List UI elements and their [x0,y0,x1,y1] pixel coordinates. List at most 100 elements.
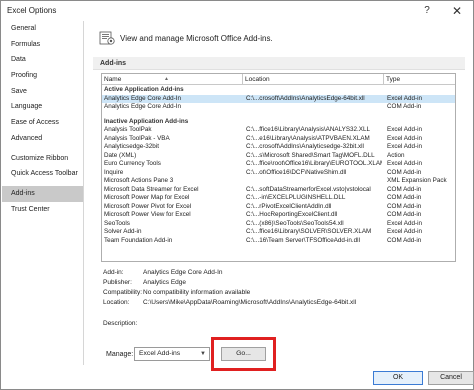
manage-dropdown-value: Excel Add-ins [139,350,181,357]
row-location: C:\...softDataStreamerforExcel.vsto|vsto… [246,185,371,193]
manage-label: Manage: [106,351,134,358]
row-location: C:\...e16\Library\Analysis\ATPVBAEN.XLAM [246,134,370,142]
table-row[interactable]: Team Foundation Add-in C:\...16\Team Ser… [102,237,455,246]
column-header-type[interactable]: Type [384,74,455,85]
manage-dropdown[interactable]: Excel Add-ins ▼ [134,347,210,361]
row-name: Solver Add-in [104,228,142,235]
column-header-name[interactable]: Name ▲ [102,74,243,85]
sidebar-item-advanced[interactable]: Advanced [2,131,83,147]
row-location: C:\...rPivotExcelClientAddIn.dll [246,202,332,210]
sidebar-item-general[interactable]: General [2,21,83,37]
row-location: C:\...(x86)\SeoTools\SeoTools54.xll [246,219,344,227]
detail-label: Compatibility: [103,289,143,296]
row-type: Excel Add-in [387,228,423,235]
row-location: C:\...crosoft\AddIns\AnalyticsEdge-64bit… [246,94,365,102]
detail-publisher: Publisher: Analytics Edge [101,278,461,288]
column-header-name-label: Name [104,76,122,83]
detail-label: Publisher: [103,279,132,286]
row-type: Action [387,151,405,159]
detail-value: C:\Users\Mike\AppData\Roaming\Microsoft\… [143,299,357,306]
row-type: Excel Add-in [387,160,423,167]
sidebar-item-formulas[interactable]: Formulas [2,37,83,53]
table-row[interactable]: Inquire C:\...ot\Office16\DCF\NativeShim… [102,169,455,178]
detail-compatibility: Compatibility: No compatibility informat… [101,288,461,298]
group-header-inactive: Inactive Application Add-ins [102,118,455,127]
addins-rows: Active Application Add-ins Analytics Edg… [102,86,455,245]
row-name: SeoTools [104,219,130,227]
row-type: COM Add-in [387,168,422,176]
row-name: Microsoft Power Map for Excel [104,194,190,201]
addins-page-icon [99,30,115,46]
row-name: Team Foundation Add-in [104,236,173,244]
detail-description-label: Description: [103,320,138,327]
row-location: C:\...HocReportingExcelClient.dll [246,211,338,218]
panel-header-text: View and manage Microsoft Office Add-ins… [120,33,273,43]
table-row[interactable]: Microsoft Power Pivot for Excel C:\...rP… [102,203,455,212]
row-type: Excel Add-in [387,219,423,227]
sidebar-item-save[interactable]: Save [2,84,83,100]
cancel-button[interactable]: Cancel [428,371,474,385]
table-row[interactable]: Solver Add-in C:\...ffice16\Library\SOLV… [102,228,455,237]
sidebar-item-language[interactable]: Language [2,99,83,115]
sidebar-item-customize-ribbon[interactable]: Customize Ribbon [2,151,83,167]
options-sidebar: General Formulas Data Proofing Save Lang… [2,21,84,365]
table-row[interactable]: Analytics Edge Core Add-In COM Add-in [102,103,455,112]
ok-button[interactable]: OK [373,371,423,385]
row-name: Date (XML) [104,151,137,159]
detail-value: Analytics Edge Core Add-In [143,269,223,276]
help-button[interactable]: ? [415,2,439,19]
sidebar-item-proofing[interactable]: Proofing [2,68,83,84]
excel-options-dialog: Excel Options ? ✕ General Formulas Data … [0,0,474,390]
addin-details: Add-in: Analytics Edge Core Add-In Publi… [101,268,461,308]
table-row[interactable]: Analysis ToolPak C:\...ffice16\Library\A… [102,126,455,135]
addins-list[interactable]: Name ▲ Location Type Active Application … [101,73,456,262]
table-row[interactable]: Microsoft Power Map for Excel C:\...-in\… [102,194,455,203]
row-type: Excel Add-in [387,126,423,133]
table-row[interactable]: Euro Currency Tools C:\...ffice\root\Off… [102,160,455,169]
sidebar-item-trust-center[interactable]: Trust Center [2,202,83,218]
column-header-location[interactable]: Location [243,74,384,85]
row-name: Microsoft Power Pivot for Excel [104,202,192,210]
detail-location: Location: C:\Users\Mike\AppData\Roaming\… [101,298,461,308]
sidebar-item-data[interactable]: Data [2,52,83,68]
detail-label: Location: [103,299,130,306]
title-bar: Excel Options ? ✕ [1,1,473,21]
table-row[interactable]: Date (XML) C:\...s\Microsoft Shared\Smar… [102,152,455,161]
detail-addin: Add-in: Analytics Edge Core Add-In [101,268,461,278]
table-row[interactable]: Analysis ToolPak - VBA C:\...e16\Library… [102,135,455,144]
row-type: Excel Add-in [387,143,423,150]
row-type: COM Add-in [387,185,422,193]
row-name: Microsoft Actions Pane 3 [104,177,174,184]
group-title: Inactive Application Add-ins [104,117,189,125]
table-row[interactable]: Analytics Edge Core Add-In C:\...crosoft… [102,94,455,103]
detail-value: No compatibility information available [143,289,251,296]
sidebar-item-add-ins[interactable]: Add-ins [2,185,83,202]
window-title: Excel Options [7,6,57,15]
group-title: Active Application Add-ins [104,86,184,93]
row-type: Excel Add-in [387,134,423,142]
row-location: C:\...s\Microsoft Shared\Smart Tag\MOFL.… [246,151,375,159]
sidebar-item-ease-of-access[interactable]: Ease of Access [2,115,83,131]
close-button[interactable]: ✕ [445,2,469,19]
chevron-down-icon: ▼ [200,351,206,357]
row-type: XML Expansion Pack [387,177,447,184]
table-row[interactable]: Microsoft Actions Pane 3 XML Expansion P… [102,177,455,186]
row-name: Euro Currency Tools [104,160,161,167]
table-row[interactable]: Analyticsedge-32bit C:\...crosoft\AddIns… [102,143,455,152]
row-name: Microsoft Data Streamer for Excel [104,185,199,193]
row-name: Analytics Edge Core Add-In [104,94,182,102]
highlight-callout [211,337,276,371]
panel-header: View and manage Microsoft Office Add-ins… [99,27,273,49]
detail-value: Analytics Edge [143,279,186,286]
row-name: Inquire [104,168,124,176]
row-location: C:\...-in\EXCELPLUGINSHELL.DLL [246,194,346,201]
group-header-active: Active Application Add-ins [102,86,455,95]
row-name: Analysis ToolPak [104,126,152,133]
table-row[interactable]: SeoTools C:\...(x86)\SeoTools\SeoTools54… [102,220,455,229]
row-name: Microsoft Power View for Excel [104,211,191,218]
table-row[interactable]: Microsoft Power View for Excel C:\...Hoc… [102,211,455,220]
row-type: COM Add-in [387,194,422,201]
row-location: C:\...ffice16\Library\Analysis\ANALYS32.… [246,126,371,133]
sidebar-item-quick-access-toolbar[interactable]: Quick Access Toolbar [2,166,83,182]
table-row[interactable]: Microsoft Data Streamer for Excel C:\...… [102,186,455,195]
